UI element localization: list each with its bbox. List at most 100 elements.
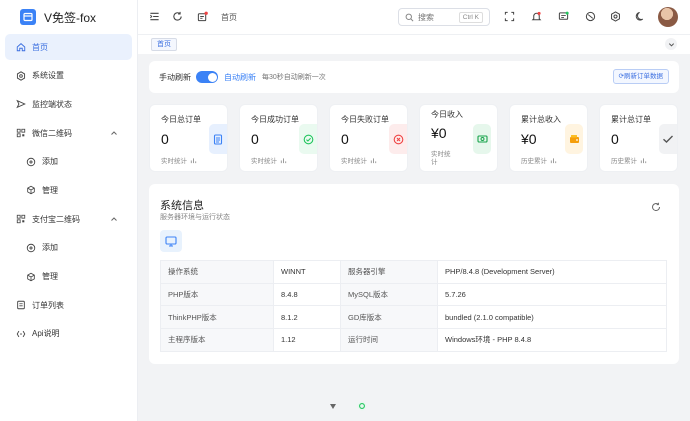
sidebar-item-label: 添加 [42, 157, 58, 167]
tab-home[interactable]: 首页 [151, 38, 177, 51]
sidebar-item-wechat-manage[interactable]: 管理 [5, 177, 132, 203]
sidebar-item-alipay-qr[interactable]: 支付宝二维码 [5, 206, 132, 232]
settings-icon [15, 70, 27, 82]
sidebar-item-label: 支付宝二维码 [32, 214, 80, 224]
table-key: GD库版本 [340, 305, 438, 330]
sidebar-item-label: 监控端状态 [32, 99, 72, 109]
vue-devtools-icon[interactable] [356, 400, 368, 412]
cube-icon [25, 271, 37, 283]
stat-card-total-orders: 累计总订单 0 历史累计 [599, 104, 678, 172]
auto-refresh-toggle[interactable] [196, 71, 218, 83]
search-input[interactable] [418, 12, 456, 22]
refresh-icon[interactable] [651, 202, 661, 212]
table-value: WINNT [273, 260, 341, 284]
stat-card-total-income: 累计总收入 ¥0 历史累计 [509, 104, 588, 172]
search-icon [405, 13, 414, 21]
table-value: bundled (2.1.0 compatible) [437, 305, 667, 330]
grid-notice-icon[interactable] [195, 9, 209, 23]
sidebar: V免签-fox 首页 系统设置 监控端状态 微信二维码 添加 管理 支付宝二维码… [0, 0, 138, 421]
check-circle-icon [299, 124, 317, 154]
menu-toggle-icon[interactable] [147, 9, 161, 23]
table-row: 操作系统 WINNT 服务器引擎 PHP/8.4.8 (Development … [160, 260, 667, 284]
sidebar-item-settings[interactable]: 系统设置 [5, 63, 132, 89]
stat-card-today-income: 今日收入 ¥0 实时统计 [419, 104, 498, 172]
stat-title: 今日成功订单 [251, 115, 299, 124]
search-box[interactable]: Ctrl K [398, 8, 490, 26]
sidebar-item-alipay-add[interactable]: 添加 [5, 235, 132, 261]
stat-foot: 历史累计 [611, 155, 647, 165]
system-info-subtitle: 服务器环境与运行状态 [160, 214, 230, 221]
monitor-icon [160, 230, 182, 252]
manual-refresh-label: 手动刷新 [159, 73, 191, 82]
table-value: 5.7.26 [437, 282, 667, 307]
chevron-up-icon [111, 217, 117, 221]
refresh-control-card: 手动刷新 自动刷新 每30秒自动刷新一次 ⟳刷新订单数据 [149, 61, 679, 93]
stat-title: 今日失败订单 [341, 115, 389, 124]
triangle-down-icon[interactable] [328, 401, 338, 411]
list-icon [15, 299, 27, 311]
table-key: MySQL版本 [340, 282, 438, 307]
table-key: 运行时间 [340, 328, 438, 352]
bar-chart-icon [370, 157, 377, 163]
refresh-orders-label: 刷新订单数据 [624, 73, 663, 80]
table-row: PHP版本 8.4.8 MySQL版本 5.7.26 [160, 282, 667, 307]
bar-chart-icon [190, 157, 197, 163]
code-icon [15, 328, 27, 340]
sidebar-item-api[interactable]: Api说明 [5, 321, 132, 347]
search-shortcut-badge: Ctrl K [458, 12, 483, 23]
bell-icon[interactable] [529, 9, 543, 23]
sidebar-item-label: Api说明 [32, 329, 60, 339]
qrcode-icon [15, 127, 27, 139]
stat-title: 累计总订单 [611, 115, 651, 124]
chevron-up-icon [111, 131, 117, 135]
x-circle-icon [389, 124, 407, 154]
palette-icon[interactable] [583, 9, 597, 23]
app-title: V免签-fox [44, 10, 97, 25]
plus-circle-icon [25, 242, 37, 254]
sidebar-item-alipay-manage[interactable]: 管理 [5, 264, 132, 290]
stat-value: ¥0 [431, 125, 447, 141]
avatar[interactable] [658, 7, 678, 27]
message-icon[interactable] [556, 9, 570, 23]
stat-title: 累计总收入 [521, 115, 561, 124]
gear-icon[interactable] [608, 9, 622, 23]
sidebar-item-wechat-qr[interactable]: 微信二维码 [5, 120, 132, 146]
sidebar-item-monitor[interactable]: 监控端状态 [5, 91, 132, 117]
stat-value: ¥0 [521, 131, 537, 147]
system-info-table: 操作系统 WINNT 服务器引擎 PHP/8.4.8 (Development … [160, 260, 667, 352]
auto-refresh-label: 自动刷新 [224, 73, 256, 82]
table-value: 1.12 [273, 328, 341, 352]
stat-value: 0 [341, 131, 349, 147]
table-value: 8.1.2 [273, 305, 341, 330]
moon-icon[interactable] [633, 9, 647, 23]
table-value: Windows环境 - PHP 8.4.8 [437, 328, 667, 352]
table-row: 主程序版本 1.12 运行时间 Windows环境 - PHP 8.4.8 [160, 328, 667, 352]
qrcode-icon [15, 213, 27, 225]
sidebar-item-wechat-add[interactable]: 添加 [5, 149, 132, 175]
tabs-bar: 首页 [138, 34, 690, 54]
top-header: 首页 Ctrl K [138, 0, 690, 34]
reload-icon[interactable] [170, 9, 184, 23]
sidebar-item-label: 订单列表 [32, 300, 64, 310]
bar-chart-icon [640, 157, 647, 163]
bar-chart-icon [550, 157, 557, 163]
plus-circle-icon [25, 156, 37, 168]
home-icon [15, 41, 27, 53]
table-key: 主程序版本 [160, 328, 274, 352]
table-value: 8.4.8 [273, 282, 341, 307]
fullscreen-icon[interactable] [502, 9, 516, 23]
logo-row[interactable]: V免签-fox [0, 0, 137, 34]
refresh-orders-button[interactable]: ⟳刷新订单数据 [612, 69, 669, 84]
stat-foot: 实时统计 [161, 155, 197, 165]
logo-icon [20, 9, 36, 25]
breadcrumb[interactable]: 首页 [221, 12, 237, 23]
chevron-down-icon[interactable] [665, 38, 677, 50]
bottom-toolbar [328, 398, 368, 414]
stat-value: 0 [161, 131, 169, 147]
sidebar-item-orders[interactable]: 订单列表 [5, 292, 132, 318]
stat-foot: 实时统计 [341, 155, 377, 165]
stat-foot: 实时统计 [251, 155, 287, 165]
stat-foot: 实时统计 [431, 151, 451, 166]
sidebar-item-label: 管理 [42, 185, 58, 195]
sidebar-item-home[interactable]: 首页 [5, 34, 132, 60]
